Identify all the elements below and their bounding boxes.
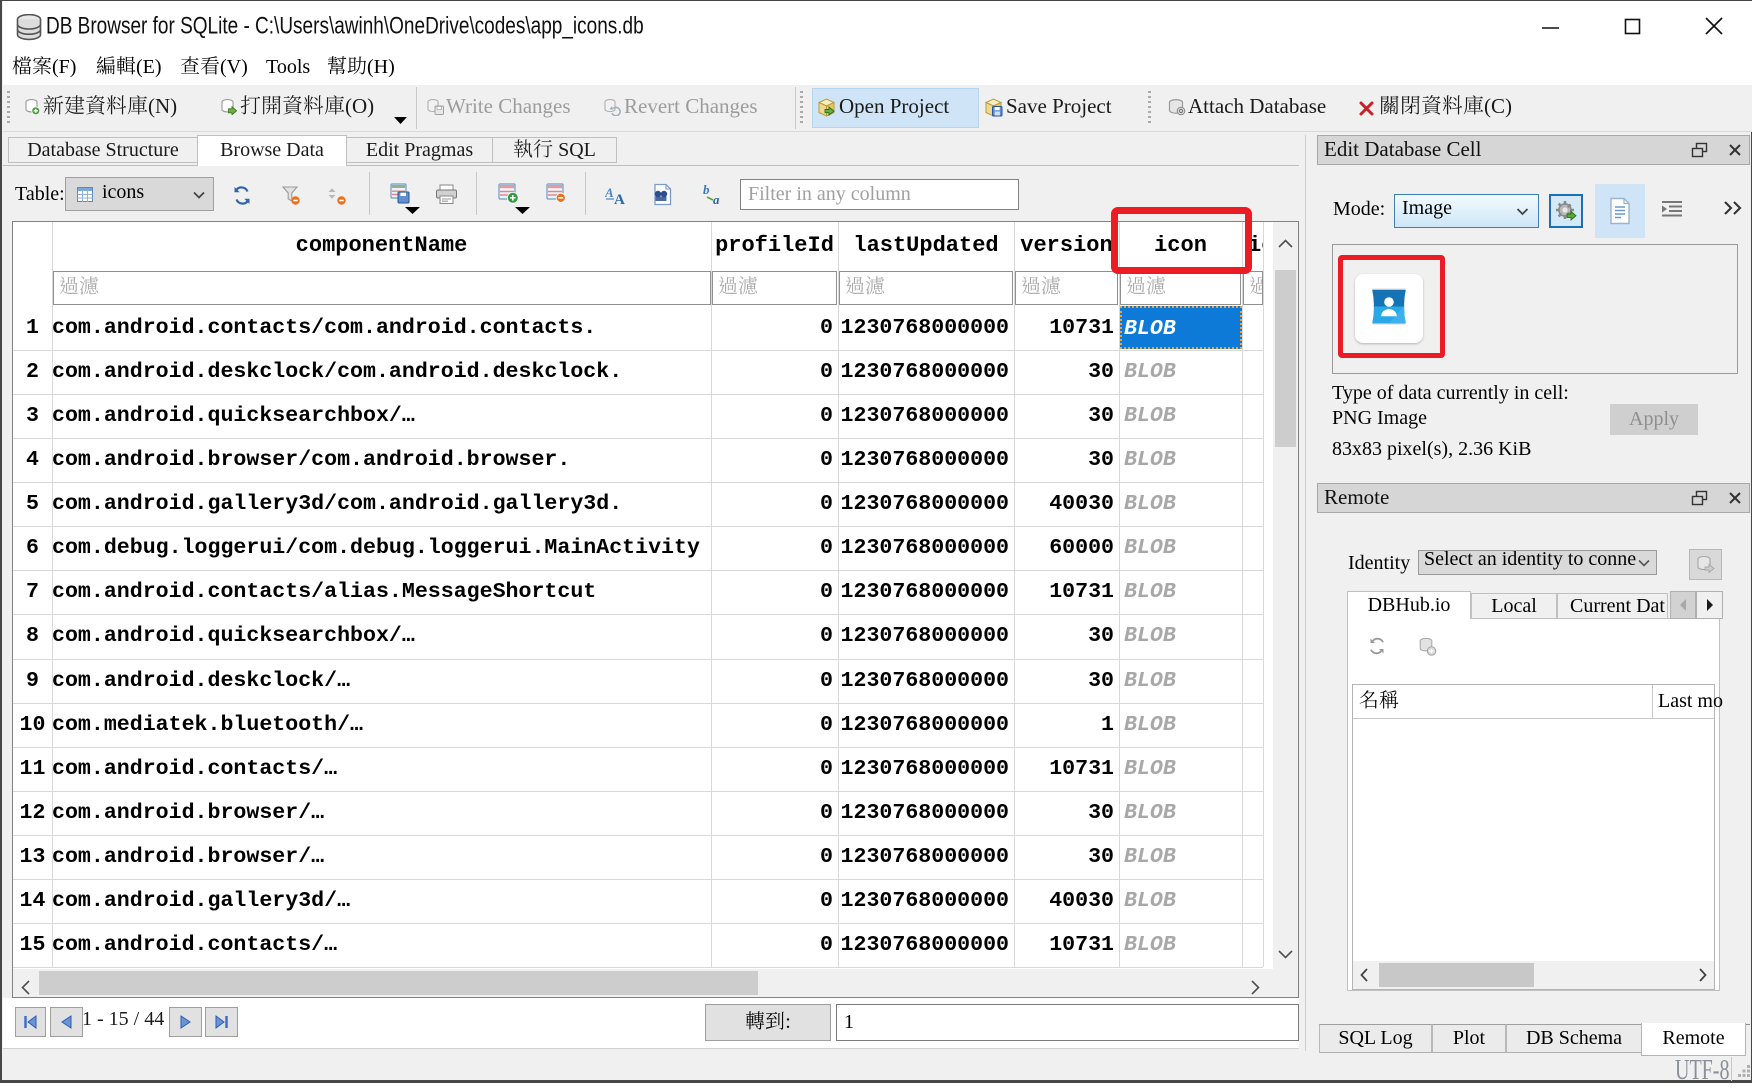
svg-text:A: A: [614, 192, 625, 205]
svg-text:A: A: [605, 185, 614, 200]
svg-text:b: b: [703, 184, 710, 197]
svg-text:a: a: [713, 192, 720, 205]
